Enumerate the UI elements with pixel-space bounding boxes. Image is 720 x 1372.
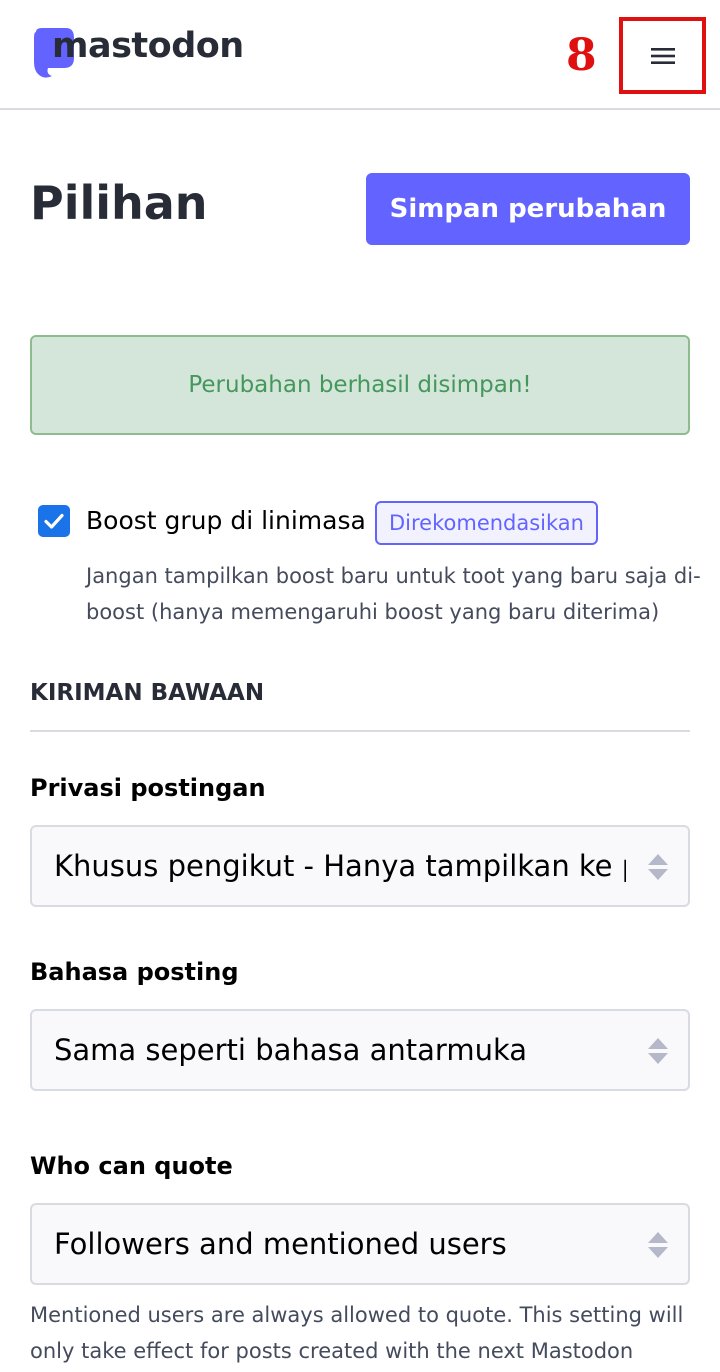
section-title-default-posts: KIRIMAN BAWAAN — [30, 680, 265, 706]
boost-group-checkbox[interactable] — [38, 505, 70, 537]
select-arrows-icon — [648, 854, 668, 880]
annotation-number: 8 — [566, 30, 597, 81]
language-label: Bahasa posting — [30, 958, 239, 986]
boost-group-hint: Jangan tampilkan boost baru untuk toot y… — [86, 564, 701, 624]
logo-wordmark: mastodon — [52, 26, 244, 66]
section-divider — [30, 730, 690, 732]
success-flash-message: Perubahan berhasil disimpan! — [30, 335, 690, 435]
select-arrows-icon — [648, 1038, 668, 1064]
hamburger-menu-icon — [650, 47, 675, 64]
quote-label: Who can quote — [30, 1152, 233, 1180]
privacy-label: Privasi postingan — [30, 774, 266, 802]
hamburger-menu-button[interactable] — [619, 17, 706, 94]
quote-hint: Mentioned users are always allowed to qu… — [30, 1303, 684, 1363]
quote-select-value: Followers and mentioned users — [54, 1227, 507, 1261]
save-changes-button[interactable]: Simpan perubahan — [366, 173, 690, 245]
recommended-badge: Direkomendasikan — [375, 501, 598, 545]
mastodon-logo[interactable]: mastodon — [30, 26, 244, 84]
language-select[interactable]: Sama seperti bahasa antarmuka — [30, 1009, 690, 1091]
privacy-select-value: Khusus pengikut - Hanya tampilkan ke pen… — [54, 849, 626, 883]
page-title: Pilihan — [30, 176, 208, 230]
quote-select[interactable]: Followers and mentioned users — [30, 1203, 690, 1285]
checkmark-icon — [44, 513, 64, 529]
top-bar: mastodon 8 — [0, 0, 720, 110]
select-arrows-icon — [648, 1232, 668, 1258]
privacy-select[interactable]: Khusus pengikut - Hanya tampilkan ke pen… — [30, 825, 690, 907]
boost-group-label[interactable]: Boost grup di linimasa — [86, 506, 366, 535]
language-select-value: Sama seperti bahasa antarmuka — [54, 1033, 528, 1067]
